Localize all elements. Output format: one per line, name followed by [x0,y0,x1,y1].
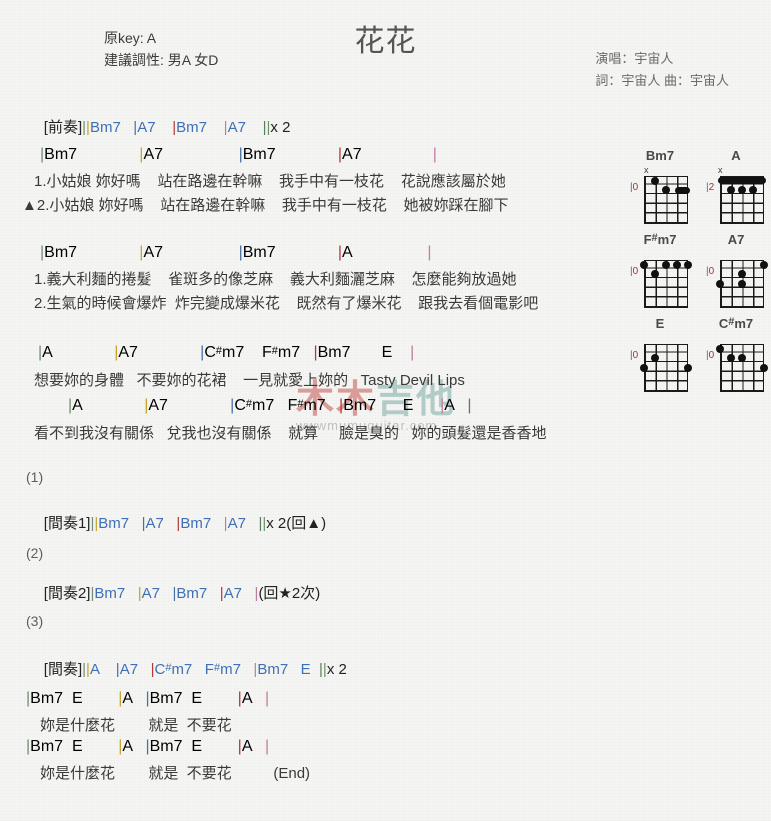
fretboard-grid [716,344,768,392]
chorus-line-2-chords: |A |A7 |C#m7 F#m7 |Bm7 E |A | [68,397,472,414]
chord-finger-dot [716,280,724,288]
chord-finger-dot [684,364,692,372]
interlude-3-label: [間奏] [43,661,83,678]
fretboard-grid [640,260,692,308]
chord-diagram-name: A [731,148,741,163]
chord-finger-dot [684,260,692,269]
chorus-line-1-chords: |A |A7 |C#m7 F#m7 |Bm7 E | [38,344,415,361]
chord-finger-dot [651,176,659,185]
interlude-1-repeat: x 2 [266,515,287,532]
verse-1-line-2: ▲2.小姑娘 妳好嗎 站在路邊在幹嘛 我手中有一枝花 她被妳踩在腳下 [22,197,509,214]
chord-diagram-body: x |0 [628,166,692,226]
chord-diagram-fsharpm7: F#m7 |0 [628,232,692,310]
chord-diagram-a: Ax |2 [704,148,768,226]
interlude-1-number: (1) [26,469,44,485]
intro-bars: ||Bm7 |A7 |Bm7 |A7 || [82,119,271,136]
chord-finger-dot [673,260,681,269]
fretboard-grid [644,176,690,224]
verse-1-line-1: 1.小姑娘 妳好嗎 站在路邊在幹嘛 我手中有一枝花 花說應該屬於她 [34,173,506,190]
verse-2-line-2: 2.生氣的時候會爆炸 炸完變成爆米花 既然有了爆米花 跟我去看個電影吧 [34,295,539,312]
chord-diagram-e: E |0 [628,316,692,394]
interlude-1-label: [間奏1] [43,515,91,532]
chord-barre [718,177,766,185]
chord-diagram-body: |0 [628,334,692,394]
fretboard-grid [640,344,692,392]
chord-diagram-body: |0 [704,334,768,394]
fret-position-marker: |0 [706,266,715,278]
chord-diagram-row: F#m7 |0 A7 |0 [628,232,768,310]
chord-diagram-name: C#m7 [718,316,754,331]
chord-finger-dot [662,260,670,269]
singer-credit: 演唱：宇宙人 [595,51,674,66]
chord-finger-dot [640,260,648,269]
ending-line-1-chords: |Bm7 E |A |Bm7 E |A | [26,690,270,707]
ending-line-2-chords: |Bm7 E |A |Bm7 E |A | [26,738,270,755]
writer-credit: 詞：宇宙人 曲：宇宙人 [595,73,729,88]
chord-barre [675,186,690,194]
fretboard-grid [716,260,768,308]
chord-finger-dot [640,364,648,372]
fret-position-marker: |2 [706,182,715,194]
interlude-3-number: (3) [26,613,44,629]
chord-diagram-name: A7 [727,232,745,247]
chord-diagram-row: Bm7 x |0 Ax |2 [628,148,768,226]
intro-repeat: x 2 [270,119,291,136]
interlude-2-bars: |Bm7 |A7 |Bm7 |A7 | [90,585,259,602]
chord-diagram-body: |0 [704,250,768,310]
chord-diagram-panel: Bm7 x |0 Ax |2 F#m7 |0 A7 |0 E |0 C#m7 |0 [628,148,768,400]
chorus-line-1-lyrics: 想要妳的身體 不要妳的花裙 一見就愛上妳的 Tasty Devil Lips [34,372,465,389]
fretboard-grid [718,176,766,224]
chord-diagram-name: Bm7 [645,148,675,163]
chord-diagram-name: E [655,316,665,331]
fret-position-marker: |0 [630,182,639,194]
intro-label: [前奏] [43,119,83,136]
chord-diagram-bm7: Bm7 x |0 [628,148,692,226]
chorus-line-2-lyrics: 看不到我沒有關係 兌我也沒有關係 就算 臉是臭的 妳的頭髮還是香香地 [34,425,547,442]
chord-finger-dot [760,364,768,372]
sheet-page: 原key: A 建議調性: 男A 女D 花花 演唱：宇宙人 詞：宇宙人 曲：宇宙… [0,0,771,821]
interlude-3-bars: ||A |A7 |C#m7 F#m7 |Bm7 E || [82,661,327,678]
chord-finger-dot [716,344,724,353]
interlude-2-number: (2) [26,545,44,561]
verse-2-chords: |Bm7 |A7 |Bm7 |A | [40,244,432,261]
muted-string-x-icon: x [644,165,649,175]
chord-finger-dot [738,280,746,288]
interlude-3-section: [間奏]||A |A7 |C#m7 F#m7 |Bm7 E ||x 2 [26,640,347,697]
chord-diagram-a7: A7 |0 [704,232,768,310]
fretboard-lines [644,344,688,392]
fret-position-marker: |0 [706,350,715,362]
interlude-3-repeat: x 2 [326,661,347,678]
fret-position-marker: |0 [630,266,639,278]
verse-2-line-1: 1.義大利麵的捲髮 雀斑多的像芝麻 義大利麵灑芝麻 怎麼能夠放過她 [34,271,517,288]
interlude-2-section: [間奏2]|Bm7 |A7 |Bm7 |A7 |(回★2次) [26,564,320,621]
verse-1-chords: |Bm7 |A7 |Bm7 |A7 | [40,146,437,163]
chord-diagram-body: x |2 [704,166,768,226]
muted-string-x-icon: x [718,165,723,175]
chord-diagram-csharpm7: C#m7 |0 [704,316,768,394]
fretboard-lines [720,344,764,392]
fret-position-marker: |0 [630,350,639,362]
fretboard-lines [644,176,688,224]
interlude-2-note: (回★2次) [258,585,321,602]
interlude-1-section: [間奏1]||Bm7 |A7 |Bm7 |A7 ||x 2(回▲) [26,494,326,551]
chord-diagram-row: E |0 C#m7 |0 [628,316,768,394]
credits-block: 演唱：宇宙人 詞：宇宙人 曲：宇宙人 [595,48,729,92]
chord-finger-dot [760,260,768,269]
chord-diagram-name: F#m7 [643,232,677,247]
interlude-2-label: [間奏2] [43,585,91,602]
chord-diagram-body: |0 [628,250,692,310]
interlude-1-note: (回▲) [286,515,327,532]
ending-line-2-lyrics: 妳是什麼花 就是 不要花 (End) [40,765,311,782]
ending-line-1-lyrics: 妳是什麼花 就是 不要花 [40,717,232,734]
interlude-1-bars: ||Bm7 |A7 |Bm7 |A7 || [90,515,267,532]
